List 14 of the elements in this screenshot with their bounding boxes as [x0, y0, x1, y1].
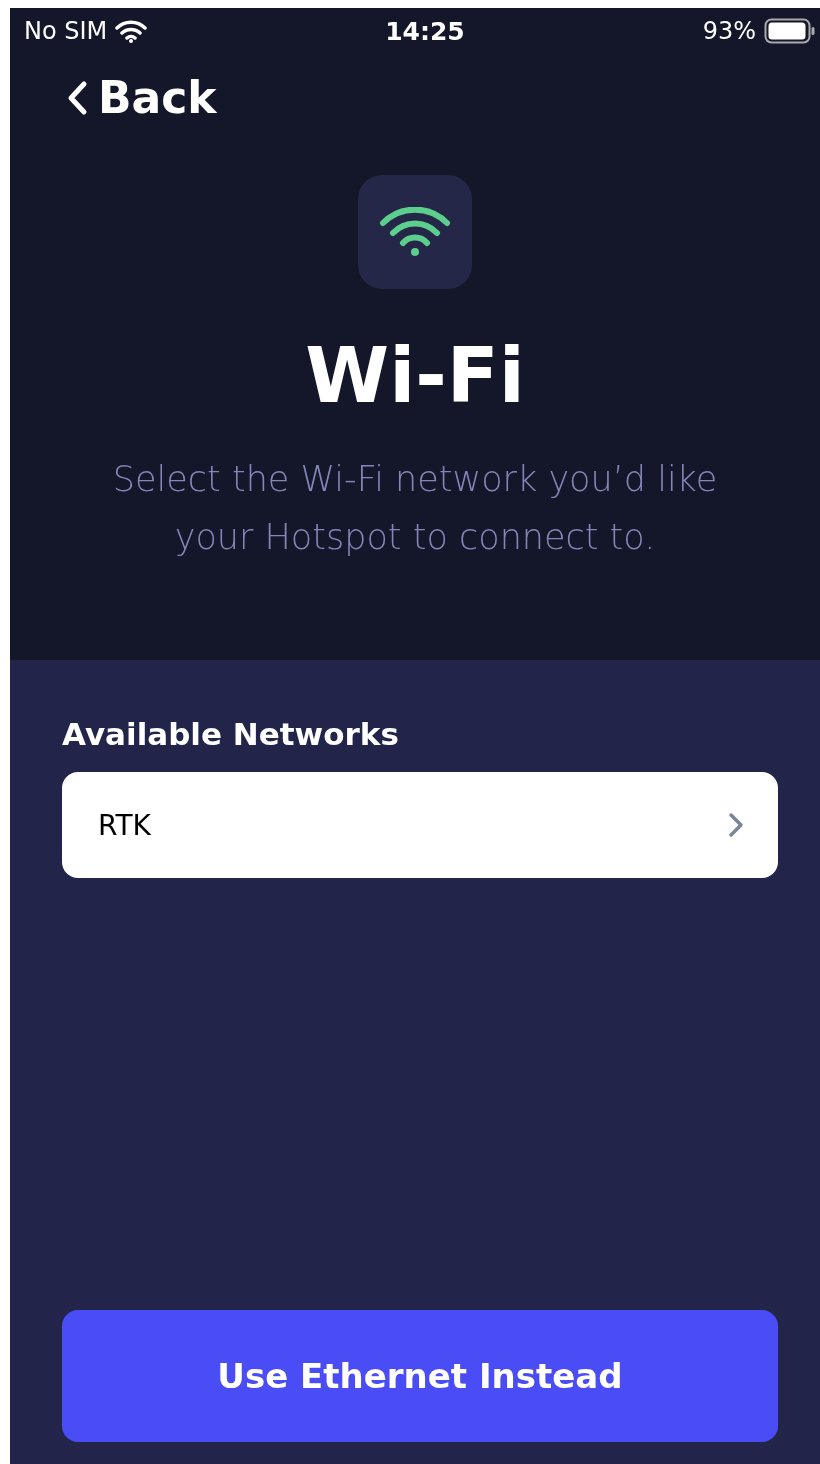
- battery-icon: [764, 18, 816, 44]
- chevron-left-icon: [66, 79, 88, 116]
- status-time: 14:25: [385, 16, 465, 46]
- page-subtitle: Select the Wi-Fi network you’d like your Hotspot to connect to.: [111, 458, 719, 559]
- wifi-signal-icon: [115, 19, 148, 43]
- wifi-icon: [379, 207, 451, 257]
- carrier-label: No SIM: [24, 17, 108, 45]
- section-label: Available Networks: [62, 716, 400, 752]
- back-button[interactable]: Back: [66, 72, 217, 123]
- chevron-right-icon: [728, 812, 744, 838]
- use-ethernet-button[interactable]: Use Ethernet Instead: [62, 1310, 778, 1442]
- battery-percent: 93%: [702, 17, 756, 45]
- page-title: Wi-Fi: [305, 331, 525, 420]
- network-row[interactable]: RTK: [62, 772, 778, 878]
